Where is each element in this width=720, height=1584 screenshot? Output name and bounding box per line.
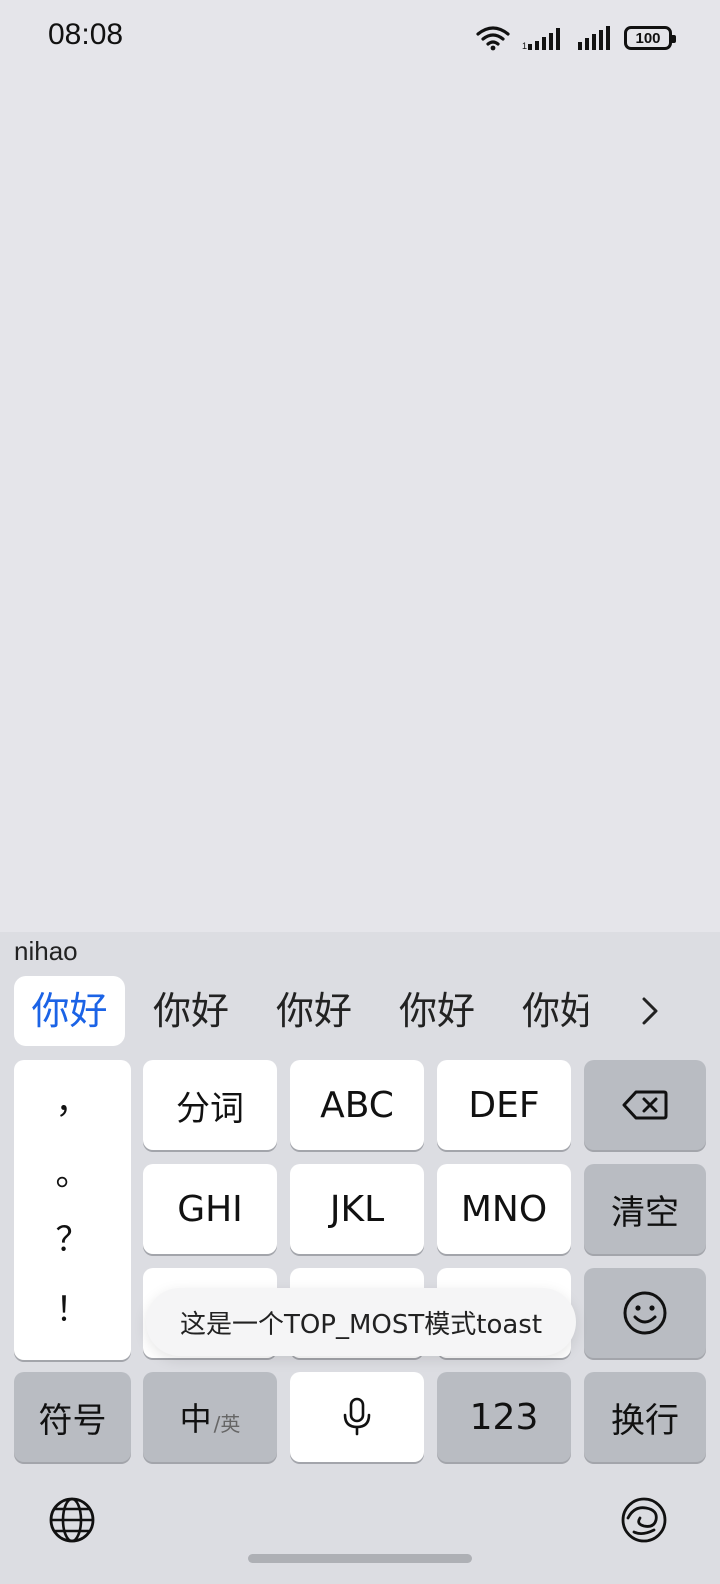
symbols-key[interactable]: 符号 xyxy=(14,1372,131,1462)
battery-icon: 100 xyxy=(624,26,676,50)
backspace-key[interactable] xyxy=(584,1060,706,1150)
home-indicator[interactable] xyxy=(248,1554,472,1563)
candidate-4[interactable]: 你好 xyxy=(399,976,479,1046)
wifi-icon xyxy=(476,26,510,51)
smiley-icon xyxy=(623,1291,667,1335)
abc-key[interactable]: ABC xyxy=(290,1060,424,1150)
jkl-key[interactable]: JKL xyxy=(290,1164,424,1254)
def-key[interactable]: DEF xyxy=(437,1060,571,1150)
globe-icon xyxy=(49,1497,95,1543)
voice-input-key[interactable] xyxy=(290,1372,424,1462)
backspace-icon xyxy=(622,1090,668,1120)
punctuation-column: ， 。 ？ ！ xyxy=(14,1060,131,1360)
toast-message: 这是一个TOP_MOST模式toast xyxy=(146,1288,576,1356)
status-icons: 1 100 xyxy=(476,20,676,56)
pinyin-composition: nihao xyxy=(14,936,78,966)
battery-level: 100 xyxy=(635,29,661,47)
ghi-key[interactable]: GHI xyxy=(143,1164,277,1254)
enter-key[interactable]: 换行 xyxy=(584,1372,706,1462)
switch-language-button[interactable] xyxy=(48,1496,96,1544)
chevron-right-icon xyxy=(642,997,658,1025)
candidate-2[interactable]: 你好 xyxy=(153,976,233,1046)
clear-key[interactable]: 清空 xyxy=(584,1164,706,1254)
input-method-logo-icon xyxy=(621,1497,667,1543)
svg-text:1: 1 xyxy=(522,41,527,51)
signal-icon-sim2 xyxy=(578,26,610,50)
status-time: 08:08 xyxy=(48,18,124,51)
punct-comma-key[interactable]: ， xyxy=(14,1074,131,1123)
emoji-key[interactable] xyxy=(584,1268,706,1358)
numeric-key[interactable]: 123 xyxy=(437,1372,571,1462)
candidate-1[interactable]: 你好 xyxy=(14,976,125,1046)
en-label: /英 xyxy=(213,1411,241,1436)
expand-candidates-button[interactable] xyxy=(628,988,672,1034)
keyboard-settings-button[interactable] xyxy=(620,1496,668,1544)
punct-question-key[interactable]: ？ xyxy=(14,1212,131,1261)
zh-en-switch-key[interactable]: 中/英 xyxy=(143,1372,277,1462)
mno-key[interactable]: MNO xyxy=(437,1164,571,1254)
punct-exclamation-key[interactable]: ！ xyxy=(14,1282,131,1331)
candidate-3[interactable]: 你好 xyxy=(276,976,356,1046)
microphone-icon xyxy=(343,1397,371,1436)
punct-period-key[interactable]: 。 xyxy=(14,1146,131,1195)
segment-key[interactable]: 分词 xyxy=(143,1060,277,1150)
zh-label: 中 xyxy=(179,1400,212,1438)
candidate-5[interactable]: 你好 xyxy=(522,976,588,1046)
status-bar: 08:08 1 100 xyxy=(0,0,720,76)
signal-icon-sim1: 1 xyxy=(522,28,560,51)
candidate-bar: 你好 你好 你好 你好 你好 xyxy=(0,976,720,1046)
